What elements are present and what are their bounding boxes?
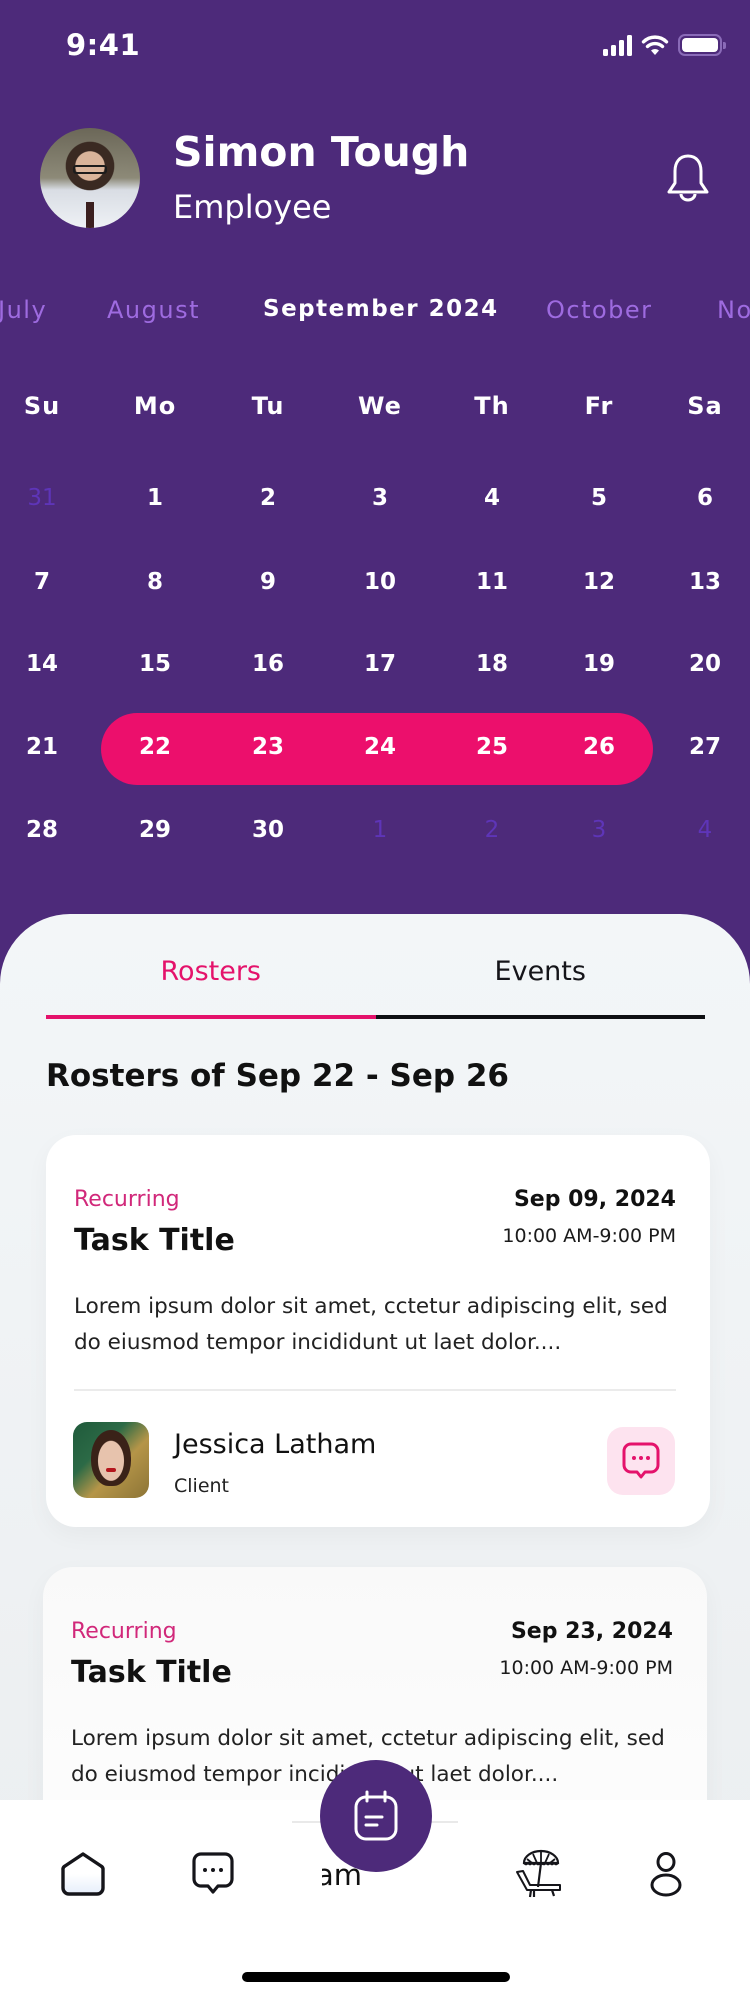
client-name: Jessica Latham bbox=[174, 1429, 377, 1460]
calendar-day[interactable]: 2 bbox=[452, 817, 532, 843]
roster-card[interactable]: Recurring Sep 09, 2024 Task Title 10:00 … bbox=[46, 1135, 710, 1527]
weekday-label: Sa bbox=[687, 392, 723, 420]
calendar-day[interactable]: 19 bbox=[559, 651, 639, 677]
roster-fab-button[interactable] bbox=[320, 1760, 432, 1872]
weekday-label: Fr bbox=[584, 392, 614, 420]
calendar-day-selected[interactable]: 25 bbox=[452, 734, 532, 760]
roster-time: 10:00 AM-9:00 PM bbox=[499, 1657, 673, 1679]
roster-type: Recurring bbox=[74, 1187, 180, 1212]
beach-chair-umbrella-icon bbox=[516, 1849, 561, 1898]
weekday-label: Su bbox=[23, 392, 61, 420]
home-icon bbox=[61, 1852, 105, 1896]
signal-icon bbox=[603, 34, 632, 56]
home-indicator bbox=[242, 1972, 510, 1982]
weekday-label: We bbox=[358, 392, 402, 420]
calendar-day[interactable]: 9 bbox=[228, 569, 308, 595]
tab-bar: Rosters Events bbox=[46, 954, 705, 1018]
calendar-day[interactable]: 17 bbox=[340, 651, 420, 677]
nav-home[interactable] bbox=[53, 1844, 113, 1904]
notification-bell-icon[interactable] bbox=[666, 152, 710, 206]
calendar-day[interactable]: 13 bbox=[665, 569, 745, 595]
calendar-day[interactable]: 1 bbox=[115, 485, 195, 511]
calendar-day[interactable]: 2 bbox=[228, 485, 308, 511]
calendar-day-selected[interactable]: 26 bbox=[559, 734, 639, 760]
roster-title: Task Title bbox=[74, 1223, 235, 1258]
status-time: 9:41 bbox=[66, 28, 141, 62]
calendar-day[interactable]: 12 bbox=[559, 569, 639, 595]
roster-title: Task Title bbox=[71, 1655, 232, 1690]
calendar-day[interactable]: 15 bbox=[115, 651, 195, 677]
user-avatar[interactable] bbox=[40, 128, 140, 228]
calendar-day[interactable]: 1 bbox=[340, 817, 420, 843]
client-role: Client bbox=[174, 1475, 230, 1497]
calendar-day[interactable]: 18 bbox=[452, 651, 532, 677]
calendar-day-selected[interactable]: 22 bbox=[115, 734, 195, 760]
month-current[interactable]: September 2024 bbox=[263, 296, 499, 322]
client-avatar bbox=[73, 1422, 149, 1498]
calendar-day[interactable]: 16 bbox=[228, 651, 308, 677]
calendar-day[interactable]: 28 bbox=[2, 817, 82, 843]
roster-date: Sep 23, 2024 bbox=[510, 1619, 673, 1644]
calendar-day[interactable]: 7 bbox=[2, 569, 82, 595]
section-title: Rosters of Sep 22 - Sep 26 bbox=[46, 1058, 509, 1094]
calendar-day[interactable]: 3 bbox=[340, 485, 420, 511]
calendar-day[interactable]: 5 bbox=[559, 485, 639, 511]
roster-type: Recurring bbox=[71, 1619, 177, 1644]
calendar-day[interactable]: 6 bbox=[665, 485, 745, 511]
calendar-day[interactable]: 31 bbox=[2, 485, 82, 511]
card-divider bbox=[74, 1389, 676, 1391]
calendar-day[interactable]: 11 bbox=[452, 569, 532, 595]
calendar-day[interactable]: 4 bbox=[452, 485, 532, 511]
tab-rosters[interactable]: Rosters bbox=[46, 954, 376, 1018]
weekday-label: Tu bbox=[251, 392, 285, 420]
profile-icon bbox=[650, 1852, 682, 1897]
chat-icon bbox=[192, 1852, 234, 1894]
user-role: Employee bbox=[173, 188, 332, 226]
calendar-day[interactable]: 10 bbox=[340, 569, 420, 595]
calendar-day[interactable]: 3 bbox=[559, 817, 639, 843]
calendar-day[interactable]: 21 bbox=[2, 734, 82, 760]
nav-profile[interactable] bbox=[636, 1844, 696, 1904]
calendar-day[interactable]: 29 bbox=[115, 817, 195, 843]
tab-indicator-active bbox=[46, 1015, 376, 1019]
calendar-day[interactable]: 4 bbox=[665, 817, 745, 843]
chat-icon bbox=[622, 1442, 660, 1479]
calendar-day-selected[interactable]: 23 bbox=[228, 734, 308, 760]
header: 9:41 Simon Tough Employee July August Sept… bbox=[0, 0, 750, 960]
calendar-day[interactable]: 20 bbox=[665, 651, 745, 677]
calendar-day[interactable]: 8 bbox=[115, 569, 195, 595]
roster-time: 10:00 AM-9:00 PM bbox=[502, 1225, 676, 1247]
message-client-button[interactable] bbox=[607, 1427, 675, 1495]
tab-events[interactable]: Events bbox=[376, 954, 706, 1018]
nav-messages[interactable] bbox=[183, 1844, 243, 1904]
calendar-icon bbox=[354, 1790, 398, 1841]
weekday-label: Mo bbox=[133, 392, 177, 420]
nav-leave[interactable] bbox=[510, 1844, 570, 1904]
roster-date: Sep 09, 2024 bbox=[513, 1187, 676, 1212]
calendar-day-selected[interactable]: 24 bbox=[340, 734, 420, 760]
calendar-day[interactable]: 30 bbox=[228, 817, 308, 843]
tab-indicator-inactive bbox=[376, 1015, 705, 1019]
wifi-icon bbox=[641, 35, 669, 55]
weekday-label: Th bbox=[474, 392, 510, 420]
status-icons bbox=[603, 34, 726, 56]
roster-description: Lorem ipsum dolor sit amet, cctetur adip… bbox=[74, 1294, 668, 1355]
battery-icon bbox=[678, 34, 726, 56]
month-option[interactable]: November bbox=[717, 296, 750, 324]
month-option[interactable]: August bbox=[107, 296, 200, 324]
calendar-day[interactable]: 27 bbox=[665, 734, 745, 760]
month-option[interactable]: July bbox=[0, 296, 47, 324]
month-option[interactable]: October bbox=[546, 296, 653, 324]
calendar-day[interactable]: 14 bbox=[2, 651, 82, 677]
user-name: Simon Tough bbox=[173, 128, 470, 176]
